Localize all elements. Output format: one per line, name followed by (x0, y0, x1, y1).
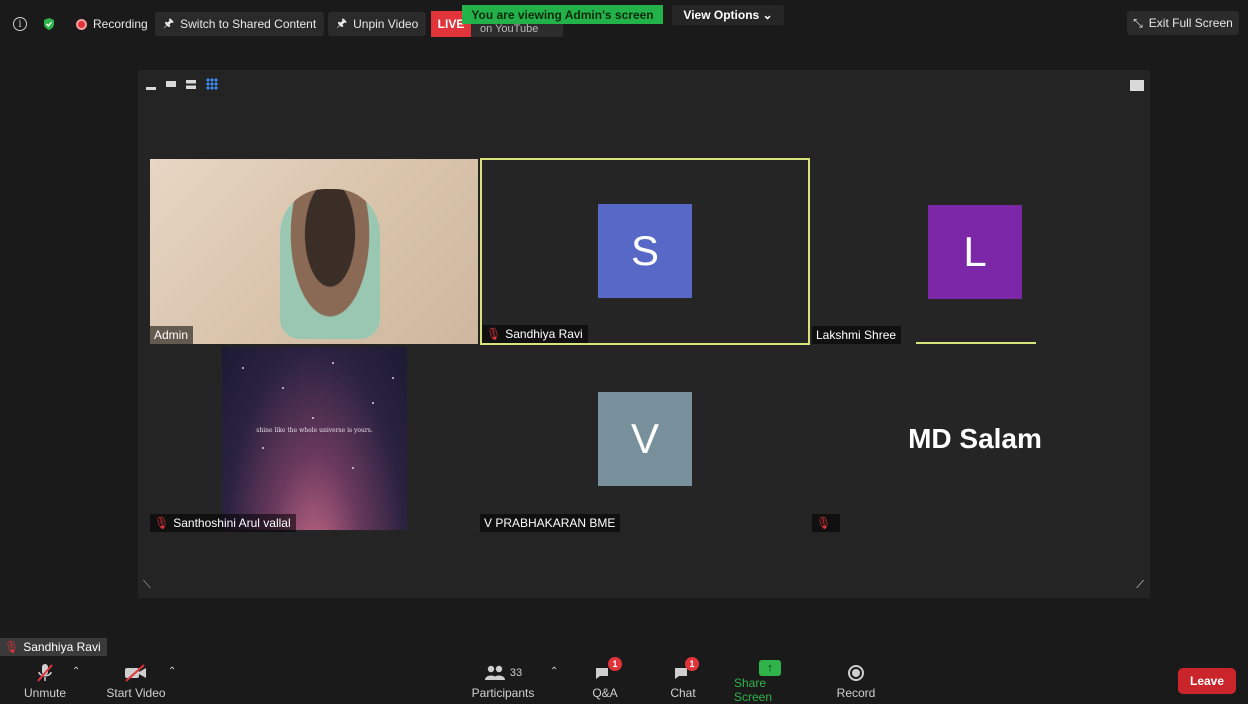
layout-controls (146, 78, 218, 90)
switch-label: Switch to Shared Content (180, 17, 317, 31)
chat-badge: 1 (685, 657, 699, 671)
video-options-caret-icon[interactable]: ⌃ (168, 666, 176, 677)
encryption-shield-icon[interactable] (42, 12, 56, 36)
share-screen-icon: ↑ (759, 660, 781, 676)
record-icon (848, 660, 864, 686)
participant-avatar: V (598, 392, 692, 486)
start-video-button[interactable]: Start Video (104, 660, 168, 704)
minimize-layout-icon[interactable] (146, 86, 156, 90)
unpin-label: Unpin Video (353, 17, 419, 31)
chat-label: Chat (670, 686, 696, 700)
chat-button[interactable]: 1 Chat (668, 657, 699, 704)
exit-full-screen-button[interactable]: ⤡ Exit Full Screen (1127, 11, 1239, 35)
gallery-layout-icon[interactable] (206, 78, 218, 90)
exit-fullscreen-label: Exit Full Screen (1148, 16, 1233, 30)
speaking-indicator (916, 342, 1036, 344)
image-quote-text: shine like the whole universe is yours. (256, 427, 373, 434)
participants-caret-icon[interactable]: ⌃ (550, 666, 558, 677)
leave-button[interactable]: Leave (1178, 668, 1236, 694)
qa-button[interactable]: 1 Q&A (590, 657, 622, 704)
meeting-info-icon[interactable]: i (13, 12, 27, 36)
chat-icon: 1 (673, 657, 699, 686)
mic-muted-icon: 🎙︎ (486, 327, 502, 341)
tile-name-tag: 🎙︎ Sandhiya Ravi (482, 325, 588, 343)
pin-icon: 🖈 (163, 15, 175, 30)
recording-indicator[interactable]: Recording (76, 12, 148, 36)
participant-virtual-image: shine like the whole universe is yours. (222, 347, 407, 530)
video-tile-admin[interactable]: Admin (150, 159, 478, 344)
switch-to-shared-content-button[interactable]: 🖈 Switch to Shared Content (155, 12, 325, 36)
participant-video (280, 189, 380, 339)
pin-icon: 🖈 (336, 15, 348, 30)
participants-icon: 33 (484, 660, 522, 686)
tile-name-tag: V PRABHAKARAN BME (480, 514, 621, 532)
self-view-name-tag: 🎙︎ Sandhiya Ravi (0, 638, 107, 656)
mic-muted-icon: 🎙︎ (816, 516, 832, 530)
youtube-label: on YouTube (480, 23, 539, 35)
participants-button[interactable]: 33 Participants (470, 660, 536, 704)
participant-name: Admin (154, 328, 189, 342)
strip-layout-icon[interactable] (166, 81, 176, 87)
video-tile-lakshmi-shree[interactable]: L Lakshmi Shree (812, 159, 1138, 344)
share-screen-label: Share Screen (734, 676, 773, 704)
participant-avatar: S (598, 204, 692, 298)
participant-name: Lakshmi Shree (816, 328, 897, 342)
view-options-button[interactable]: View Options ⌄ (672, 5, 784, 25)
speaker-layout-icon[interactable] (186, 79, 196, 89)
camera-off-icon (124, 660, 148, 686)
shared-screen-panel: Admin S 🎙︎ Sandhiya Ravi L Lakshmi Shree… (138, 70, 1150, 598)
pop-out-icon[interactable] (1130, 80, 1144, 91)
tile-name-tag: Lakshmi Shree (812, 326, 902, 344)
meeting-top-bar: i Recording 🖈 Switch to Shared Content 🖈… (0, 0, 1248, 48)
video-tile-sandhiya-ravi[interactable]: S 🎙︎ Sandhiya Ravi (480, 158, 810, 345)
unmute-label: Unmute (23, 686, 67, 700)
unmute-button[interactable]: Unmute (22, 660, 68, 704)
resize-handle-left-icon[interactable]: ⟍ (143, 579, 151, 592)
share-screen-button[interactable]: ↑ Share Screen (734, 660, 806, 704)
audio-options-caret-icon[interactable]: ⌃ (72, 666, 80, 677)
participant-avatar: L (928, 205, 1022, 299)
resize-handle-right-icon[interactable]: ⟋ (1136, 579, 1144, 592)
participants-label: Participants (471, 686, 535, 700)
tile-name-tag: 🎙︎ Santhoshini Arul vallal (150, 514, 296, 532)
participant-name-display: MD Salam (908, 423, 1042, 454)
recording-label: Recording (93, 17, 148, 31)
record-label: Record (836, 686, 876, 700)
qa-icon: 1 (594, 657, 622, 686)
video-tile-santhoshini[interactable]: shine like the whole universe is yours. … (150, 347, 478, 532)
mic-muted-icon: 🎙︎ (4, 640, 20, 654)
participant-name: V PRABHAKARAN BME (484, 516, 616, 530)
tile-name-tag: Admin (150, 326, 194, 344)
participant-name: Sandhiya Ravi (505, 327, 583, 341)
microphone-muted-icon (36, 660, 54, 686)
tile-name-tag: 🎙︎ (812, 514, 841, 532)
qa-badge: 1 (608, 657, 622, 671)
participants-count: 33 (509, 667, 523, 679)
record-dot-icon (76, 18, 87, 30)
mic-muted-icon: 🎙︎ (154, 516, 170, 530)
exit-fullscreen-icon: ⤡ (1133, 15, 1143, 30)
record-button[interactable]: Record (836, 660, 876, 704)
participant-name: Santhoshini Arul vallal (173, 516, 291, 530)
viewing-screen-banner: You are viewing Admin's screen (462, 5, 663, 24)
start-video-label: Start Video (106, 686, 166, 700)
video-tile-md-salam[interactable]: MD Salam 🎙︎ (812, 347, 1138, 532)
self-name: Sandhiya Ravi (23, 640, 101, 654)
video-tile-v-prabhakaran[interactable]: V V PRABHAKARAN BME (480, 347, 810, 532)
qa-label: Q&A (592, 686, 618, 700)
unpin-video-button[interactable]: 🖈 Unpin Video (328, 12, 427, 36)
